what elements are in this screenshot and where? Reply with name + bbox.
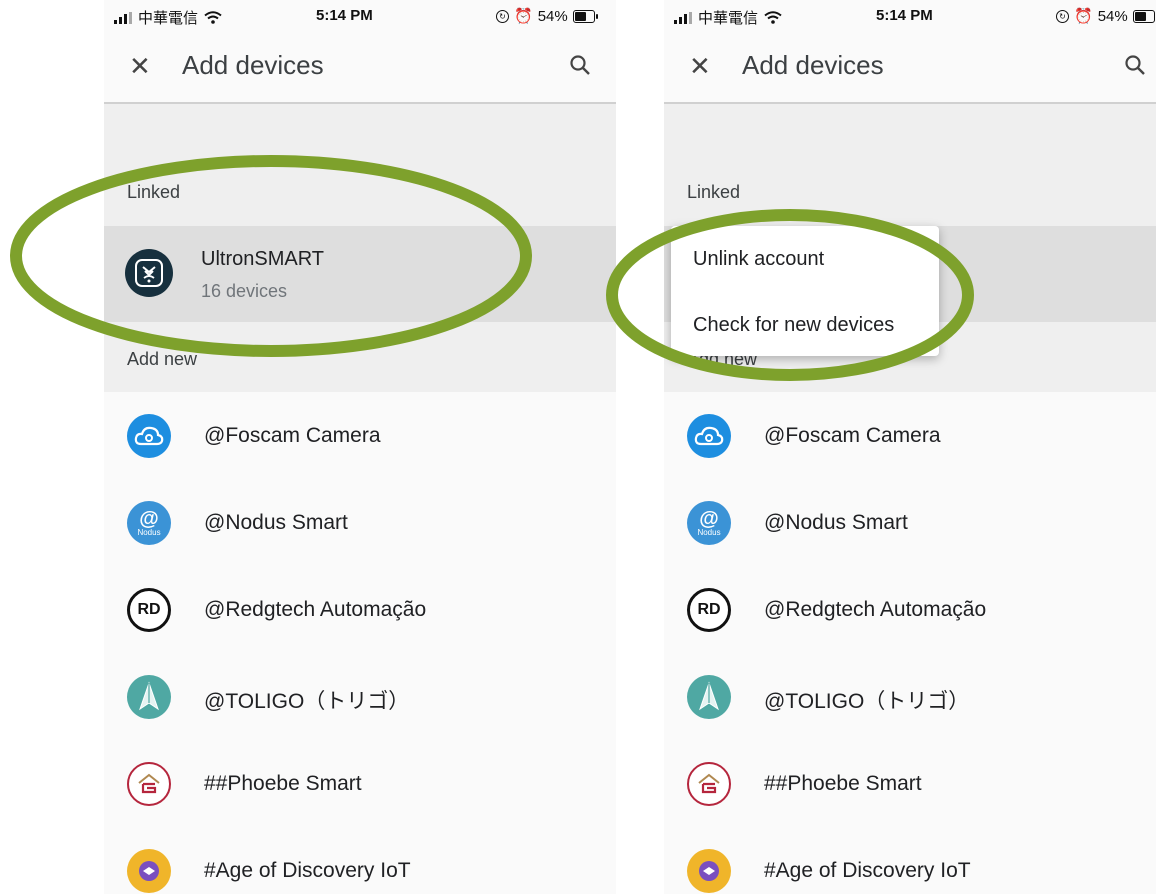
cloud-eye-icon [687,414,731,458]
section-label-linked: Linked [687,182,741,202]
linked-account-device-count: 16 devices [201,281,288,301]
compass-icon [687,849,731,893]
provider-label: #Age of Discovery IoT [764,859,971,882]
cloud-eye-icon [127,414,171,458]
at-sign-icon: @ Nodus [127,501,171,545]
provider-label: ##Phoebe Smart [764,772,922,795]
provider-label: @Redgtech Automação [764,598,987,621]
orientation-lock-icon: ↻ [496,9,509,23]
rd-logo-text: RD [697,601,721,618]
paper-plane-icon [127,675,171,719]
rd-logo-icon: RD [687,588,731,632]
status-bar: 中華電信 5:14 PM ↻ ⏰ 54% [664,0,1156,34]
unlink-account-menu-item[interactable]: Unlink account [693,248,824,271]
status-bar: 中華電信 5:14 PM ↻ ⏰ 54% [104,0,616,34]
app-bar: ✕ Add devices [104,40,616,104]
orientation-lock-icon: ↻ [1056,9,1069,23]
provider-label: @TOLIGO（トリゴ） [204,690,410,713]
check-new-devices-menu-item[interactable]: Check for new devices [693,314,894,337]
provider-item[interactable]: @TOLIGO（トリゴ） [104,667,616,727]
provider-label: @Redgtech Automação [204,598,427,621]
provider-item[interactable]: ##Phoebe Smart [664,754,1156,814]
status-time: 5:14 PM [316,7,373,24]
provider-label: @Foscam Camera [204,424,381,447]
close-icon[interactable]: ✕ [129,51,151,82]
provider-label: @Nodus Smart [204,511,348,534]
carrier-name: 中華電信 [698,10,759,27]
search-icon[interactable] [1124,54,1146,81]
carrier-name: 中華電信 [138,10,199,27]
provider-label: #Age of Discovery IoT [204,859,411,882]
house-logo-icon [687,762,731,806]
provider-item[interactable]: @Foscam Camera [104,406,616,466]
provider-label: @Nodus Smart [764,511,908,534]
linked-account-row[interactable]: UltronSMART 16 devices [104,226,616,322]
battery-percent: 54% [1097,7,1128,25]
provider-label: ##Phoebe Smart [204,772,362,795]
section-label-add-new: Add new [127,349,198,369]
battery-percent: 54% [537,7,568,25]
page-title: Add devices [182,50,324,80]
wifi-icon [764,11,782,24]
phone-screen-right: 中華電信 5:14 PM ↻ ⏰ 54% ✕ Add devices Linke… [664,0,1156,894]
provider-item[interactable]: @ Nodus @Nodus Smart [664,493,1156,553]
signal-icon [114,11,132,24]
alarm-icon: ⏰ [514,8,533,25]
status-right: ↻ ⏰ 54% [1056,7,1156,25]
provider-label: @TOLIGO（トリゴ） [764,690,970,713]
provider-item[interactable]: #Age of Discovery IoT [104,841,616,894]
battery-icon [572,9,598,23]
wifi-icon [204,11,222,24]
close-icon[interactable]: ✕ [689,51,711,82]
provider-item[interactable]: @Foscam Camera [664,406,1156,466]
linked-account-name: UltronSMART [201,248,324,270]
ultronsmart-logo-icon [125,249,173,297]
provider-item[interactable]: RD @Redgtech Automação [664,580,1156,640]
account-context-menu: Unlink account Check for new devices [671,226,939,356]
signal-icon [674,11,692,24]
carrier-area: 中華電信 [674,7,782,28]
search-icon[interactable] [569,54,591,81]
rd-logo-text: RD [137,601,161,618]
battery-icon [1132,9,1156,23]
house-logo-icon [127,762,171,806]
provider-item[interactable]: @ Nodus @Nodus Smart [104,493,616,553]
app-bar: ✕ Add devices [664,40,1156,104]
provider-item[interactable]: @TOLIGO（トリゴ） [664,667,1156,727]
rd-logo-icon: RD [127,588,171,632]
carrier-area: 中華電信 [114,7,222,28]
status-right: ↻ ⏰ 54% [496,7,598,25]
section-label-linked: Linked [127,182,181,202]
phone-screen-left: 中華電信 5:14 PM ↻ ⏰ 54% ✕ Add devices Linke… [104,0,616,894]
status-time: 5:14 PM [876,7,933,24]
provider-item[interactable]: ##Phoebe Smart [104,754,616,814]
provider-item[interactable]: #Age of Discovery IoT [664,841,1156,894]
at-sign-icon: @ Nodus [687,501,731,545]
paper-plane-icon [687,675,731,719]
page-title: Add devices [742,50,884,80]
alarm-icon: ⏰ [1074,8,1093,25]
nodus-logo-text: Nodus [137,528,161,537]
compass-icon [127,849,171,893]
provider-label: @Foscam Camera [764,424,941,447]
provider-item[interactable]: RD @Redgtech Automação [104,580,616,640]
nodus-logo-text: Nodus [697,528,721,537]
